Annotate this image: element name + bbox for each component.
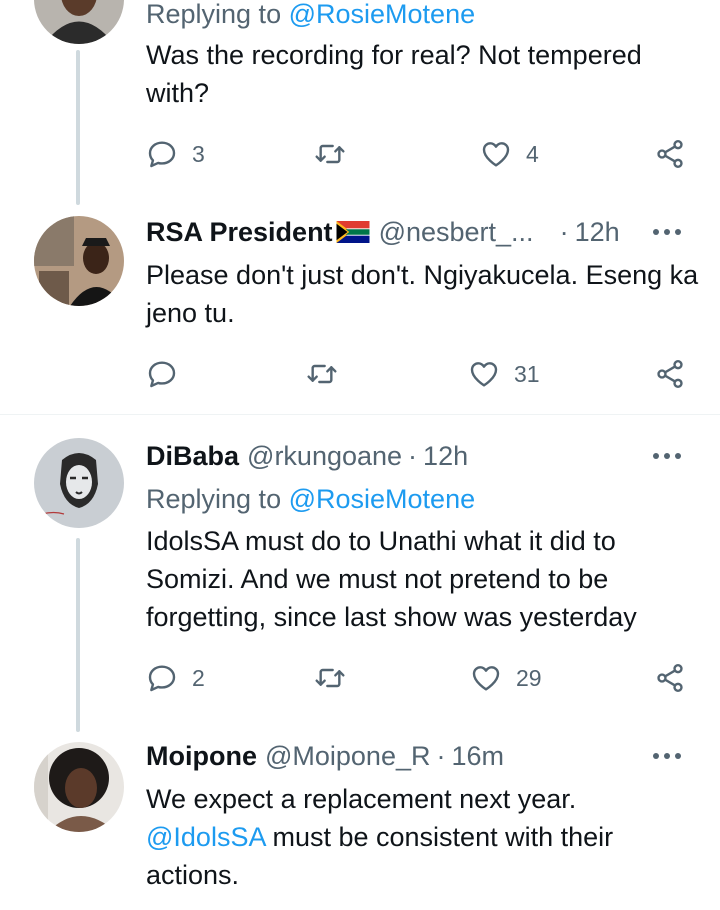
user-handle[interactable]: @rkungoane <box>247 441 402 472</box>
timestamp[interactable]: 16m <box>451 741 504 772</box>
share-icon <box>657 140 683 168</box>
replying-to: Replying to @RosieMotene <box>146 484 476 514</box>
reply-icon <box>148 665 176 692</box>
reply-button[interactable]: 3 <box>146 134 205 174</box>
tweet-actions: 3 4 <box>146 134 691 174</box>
display-name[interactable]: DiBaba <box>146 441 239 472</box>
timestamp[interactable]: 12h <box>575 217 620 248</box>
reply-count: 3 <box>192 140 205 167</box>
reply-icon <box>148 361 176 388</box>
share-icon <box>657 664 683 692</box>
avatar[interactable] <box>34 742 124 832</box>
replying-to: Replying to @RosieMotene <box>146 0 476 29</box>
reply-button[interactable] <box>146 354 192 394</box>
display-name[interactable]: Moipone <box>146 741 257 772</box>
like-button[interactable]: 4 <box>480 134 539 174</box>
avatar[interactable] <box>34 0 124 44</box>
user-handle[interactable]: @Moipone_R <box>265 741 431 772</box>
like-count: 4 <box>526 140 539 167</box>
tweet-header: RSA President @nesbert_... · 12h <box>146 212 706 252</box>
heart-icon <box>472 666 500 691</box>
share-button[interactable] <box>654 134 686 174</box>
heart-icon <box>482 142 510 167</box>
tweet-text-line: @IdolsSA must be consistent with their a… <box>146 822 614 890</box>
mention-link[interactable]: @RosieMotene <box>289 0 476 29</box>
tweet-actions: 31 <box>146 354 691 394</box>
like-count: 29 <box>516 664 542 691</box>
retweet-button[interactable] <box>306 354 352 394</box>
avatar[interactable] <box>34 438 124 528</box>
avatar[interactable] <box>34 216 124 306</box>
separator: · <box>436 740 446 771</box>
mention-link[interactable]: @RosieMotene <box>289 484 476 514</box>
more-icon[interactable] <box>652 228 682 236</box>
thread-line <box>76 50 80 205</box>
display-name[interactable]: RSA President <box>146 217 333 248</box>
reply-count: 2 <box>192 664 205 691</box>
like-button[interactable]: 29 <box>470 658 542 698</box>
like-count: 31 <box>514 360 540 387</box>
reply-button[interactable]: 2 <box>146 658 205 698</box>
thread-line <box>76 538 80 732</box>
share-button[interactable] <box>654 354 686 394</box>
tweet-header: DiBaba @rkungoane · 12h <box>146 436 706 476</box>
share-button[interactable] <box>654 658 686 698</box>
more-icon[interactable] <box>652 452 682 460</box>
retweet-icon <box>315 144 345 164</box>
tweet-actions: 2 29 <box>146 658 691 698</box>
reply-icon <box>148 141 176 168</box>
share-icon <box>657 360 683 388</box>
divider <box>0 414 720 415</box>
tweet-text: IdolsSA must do to Unathi what it did to… <box>146 526 637 632</box>
tweet-text: Please don't just don't. Ngiyakucela. Es… <box>146 260 699 328</box>
retweet-icon <box>315 668 345 688</box>
heart-icon <box>470 362 498 387</box>
tweet-text-line: We expect a replacement next year. <box>146 784 577 814</box>
tweet-text: We expect a replacement next year. @Idol… <box>146 780 702 894</box>
south-africa-flag-icon <box>336 221 370 243</box>
retweet-button[interactable] <box>314 658 360 698</box>
timestamp[interactable]: 12h <box>423 441 468 472</box>
tweet-header: Moipone @Moipone_R · 16m <box>146 736 706 776</box>
like-button[interactable]: 31 <box>468 354 540 394</box>
more-icon[interactable] <box>652 752 682 760</box>
tweet-text: Was the recording for real? Not tempered… <box>146 40 642 108</box>
separator: · <box>408 440 418 471</box>
retweet-button[interactable] <box>314 134 360 174</box>
mention-link[interactable]: @IdolsSA <box>146 822 265 852</box>
retweet-icon <box>307 364 337 384</box>
user-handle[interactable]: @nesbert_... <box>379 217 534 248</box>
separator: · <box>559 216 569 247</box>
